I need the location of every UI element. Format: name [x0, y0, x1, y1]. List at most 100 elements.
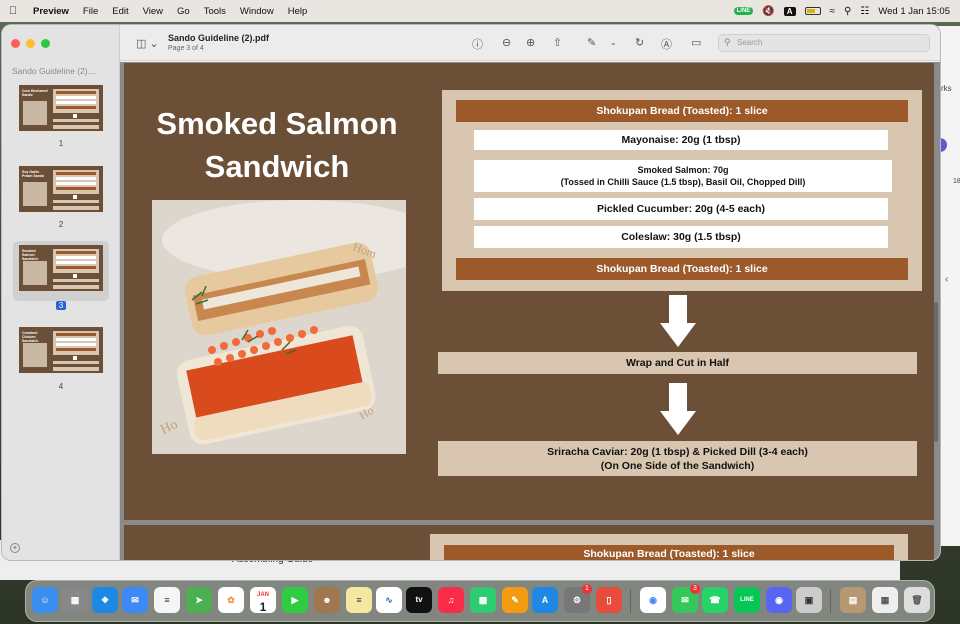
menu-go[interactable]: Go [170, 6, 197, 17]
thumbnail-image: Crumbed Chicken Sandwich [19, 327, 103, 373]
safari-icon[interactable]: ❖ [92, 587, 118, 613]
battery-icon[interactable] [804, 7, 821, 15]
menu-app-name[interactable]: Preview [26, 6, 76, 17]
music-icon[interactable]: ♫ [438, 587, 464, 613]
search-field[interactable]: ⚲ Search [718, 34, 930, 52]
freeform-icon[interactable]: ∿ [376, 587, 402, 613]
finder-icon[interactable]: ☺ [32, 587, 58, 613]
info-icon[interactable]: ⓘ [472, 36, 483, 52]
rotate-icon[interactable]: ↻ [635, 36, 644, 49]
search-icon: ⚲ [724, 37, 731, 47]
bread-top-bar: Shokupan Bread (Toasted): 1 slice [456, 100, 908, 122]
page-number-4: 4 [58, 382, 64, 391]
pages-icon[interactable]: ✎ [502, 587, 528, 613]
thumbnail-page-4[interactable]: Crumbed Chicken Sandwich [13, 323, 109, 383]
add-page-icon[interactable]: + [10, 543, 20, 553]
dock: ☺ ▦ ❖ ✉ ≡ ➤ ✿ JAN 1 ▶ ☻ ≡ ∿ tv ♫ ▩ ✎ A ⚙… [25, 580, 935, 622]
calendar-day: 1 [259, 600, 267, 614]
chevron-left-icon[interactable]: ‹ [945, 274, 948, 285]
pickled-cucumber-bar: Pickled Cucumber: 20g (4-5 each) [474, 198, 888, 220]
control-center-icon[interactable]: ☷ [860, 6, 869, 17]
menu-clock[interactable]: Wed 1 Jan 15:05 [878, 6, 950, 17]
menu-bar:  Preview File Edit View Go Tools Window… [0, 0, 960, 22]
thumbnail-image: Smoked Salmon Sandwich [19, 245, 103, 291]
background-window-text: rks [941, 84, 952, 93]
caviar-step: Sriracha Caviar: 20g (1 tbsp) & Picked D… [438, 441, 917, 476]
reminders-icon[interactable]: ≡ [154, 587, 180, 613]
thumbnail-image: Soy Garlic Prawn Sando [19, 166, 103, 212]
caviar-step-line1: Sriracha Caviar: 20g (1 tbsp) & Picked D… [547, 446, 808, 458]
page-number-1: 1 [58, 139, 64, 148]
thumbnail-step [53, 367, 99, 371]
document-area[interactable]: Smoked Salmon Sandwich Ho Hom Ho Shokupa… [120, 62, 940, 560]
thumbnail-image: Corn Bechamel Sando [19, 85, 103, 131]
sandwich-image: Ho Hom Ho [152, 200, 406, 454]
recent-document-icon[interactable]: ▤ [840, 587, 866, 613]
thumbnail-step [53, 119, 99, 122]
messages-badge: 3 [690, 584, 700, 594]
menu-view[interactable]: View [136, 6, 170, 17]
document-title[interactable]: Sando Guideline (2).pdf [168, 33, 269, 43]
contacts-icon[interactable]: ☻ [314, 587, 340, 613]
down-arrow-icon [660, 295, 696, 347]
line-status-icon[interactable]: LINE [733, 7, 754, 15]
search-placeholder: Search [737, 38, 763, 47]
wifi-icon[interactable]: ≈ [830, 6, 836, 17]
chrome-icon[interactable]: ◉ [640, 587, 666, 613]
apple-menu-icon[interactable]:  [0, 5, 26, 17]
whatsapp-icon[interactable]: ☎ [702, 587, 728, 613]
smoked-salmon-line1: Smoked Salmon: 70g [637, 165, 729, 175]
line-app-icon[interactable]: LINE [734, 587, 760, 613]
thumbnail-title: Soy Garlic Prawn Sando [22, 170, 45, 179]
menu-edit[interactable]: Edit [105, 6, 135, 17]
thumbnail-step [53, 279, 99, 282]
launchpad-icon[interactable]: ▦ [62, 587, 88, 613]
zoom-button[interactable] [41, 39, 50, 48]
facetime-icon[interactable]: ▶ [282, 587, 308, 613]
discord-icon[interactable]: ◉ [766, 587, 792, 613]
mail-icon[interactable]: ✉ [122, 587, 148, 613]
calendar-icon[interactable]: JAN 1 [250, 587, 276, 613]
input-source-icon[interactable]: A [783, 6, 796, 16]
menu-help[interactable]: Help [281, 6, 315, 17]
chevron-down-icon[interactable]: ⌄ [610, 38, 617, 47]
preview-app-icon[interactable]: ▣ [796, 587, 822, 613]
maps-icon[interactable]: ➤ [186, 587, 212, 613]
apple-tv-icon[interactable]: tv [406, 587, 432, 613]
form-fill-icon[interactable]: ▭ [691, 36, 701, 49]
app-store-icon[interactable]: A [532, 587, 558, 613]
zoom-in-icon[interactable]: ⊕ [526, 36, 535, 49]
thumbnail-photo [23, 261, 47, 285]
sidebar-toggle-icon[interactable]: ◫ ⌄ [136, 37, 159, 50]
dock-separator [630, 589, 631, 613]
minimize-button[interactable] [26, 39, 35, 48]
thumbnail-page-2[interactable]: Soy Garlic Prawn Sando [13, 162, 109, 222]
annotate-icon[interactable]: Ⓐ [661, 36, 672, 52]
page-number-3: 3 [13, 301, 109, 310]
thumbnail-arrow [73, 195, 77, 199]
trash-icon[interactable]: 🗑 [904, 587, 930, 613]
close-button[interactable] [11, 39, 20, 48]
markup-pen-icon[interactable]: ✎ [587, 36, 596, 49]
photos-icon[interactable]: ✿ [218, 587, 244, 613]
menu-file[interactable]: File [76, 6, 105, 17]
background-window-number: 18 [953, 178, 960, 185]
iphone-mirroring-icon[interactable]: ▯ [596, 587, 622, 613]
zoom-out-icon[interactable]: ⊖ [502, 36, 511, 49]
downloads-stack-icon[interactable]: ▦ [872, 587, 898, 613]
menu-window[interactable]: Window [233, 6, 281, 17]
thumbnail-page-1[interactable]: Corn Bechamel Sando [13, 81, 109, 141]
down-arrow-icon [660, 383, 696, 435]
search-menu-icon[interactable]: ⚲ [844, 6, 851, 17]
thumbnail-page-3[interactable]: Smoked Salmon Sandwich [13, 241, 109, 301]
menu-tools[interactable]: Tools [197, 6, 233, 17]
numbers-icon[interactable]: ▩ [470, 587, 496, 613]
thumbnail-step [53, 361, 99, 364]
share-icon[interactable]: ⇧ [553, 36, 562, 49]
page4-bread-top-bar: Shokupan Bread (Toasted): 1 slice [444, 545, 894, 560]
mute-icon[interactable]: 🔇 [762, 6, 774, 17]
preview-window: Sando Guideline (2).... Corn Bechamel Sa… [2, 25, 940, 560]
menu-extras: LINE 🔇 A ≈ ⚲ ☷ Wed 1 Jan 15:05 [733, 6, 960, 17]
vertical-scrollbar[interactable] [934, 302, 938, 442]
notes-icon[interactable]: ≡ [346, 587, 372, 613]
